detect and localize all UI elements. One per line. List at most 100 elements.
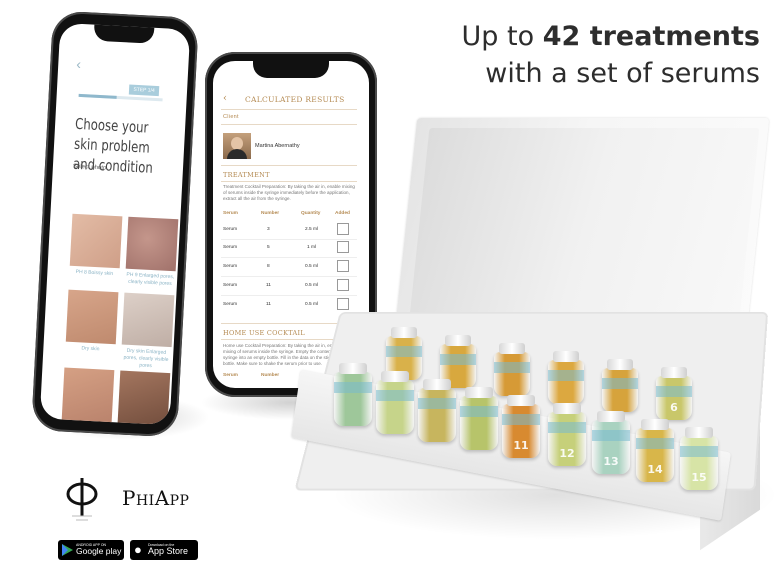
added-checkbox[interactable] (337, 241, 349, 253)
column-header: Number (261, 373, 280, 378)
vial-number: 6 (670, 401, 678, 414)
serum-vial (460, 387, 498, 450)
number-cell: 5 (267, 245, 270, 250)
vial-cap (507, 395, 535, 406)
vial-label (548, 370, 584, 381)
vial-number: 13 (603, 455, 619, 468)
vial-label (502, 414, 540, 425)
avatar (223, 133, 251, 159)
serum-vial (548, 351, 584, 404)
serum-cell: Serum (223, 302, 238, 307)
vial-cap (661, 367, 687, 378)
headline-line2: with a set of serums (485, 58, 760, 89)
skin-photo[interactable] (125, 216, 179, 272)
vial-label (602, 378, 638, 389)
vial-cap (391, 327, 417, 338)
phone-skin-selection: ‹ STEP 1/4 Choose your skin problem and … (31, 10, 199, 438)
skin-photo-label: Dry skin Enlarged pores, clearly visible… (123, 347, 169, 370)
serum-vial (376, 371, 414, 434)
column-header: Added (335, 211, 350, 216)
serum-vial (494, 343, 530, 396)
quantity-cell: 0.5 ml (305, 264, 319, 269)
vial-label (376, 390, 414, 401)
serum-vial: 15 (680, 427, 718, 490)
skin-photo[interactable] (117, 370, 171, 426)
brand-name: PhiApp (122, 486, 190, 510)
vial-cap (423, 379, 451, 390)
vial-number: 14 (647, 463, 663, 476)
number-cell: 11 (266, 302, 271, 307)
serum-vial: 14 (636, 419, 674, 482)
quantity-cell: 1 ml (307, 245, 317, 250)
step-badge: STEP 1/4 (128, 84, 160, 97)
divider (221, 181, 357, 182)
number-cell: 8 (267, 264, 270, 269)
serum-vial: 12 (548, 403, 586, 466)
vial-label (440, 354, 476, 365)
chevron-left-icon[interactable]: ‹ (223, 93, 227, 104)
results-title: CALCULATED RESULTS (245, 95, 345, 104)
serum-cell: Serum (223, 264, 238, 269)
row-divider (221, 239, 357, 240)
chevron-left-icon[interactable]: ‹ (76, 56, 82, 72)
vial-cap (445, 335, 471, 346)
google-play-badge[interactable]: ANDROID APP ON Google play (58, 540, 124, 560)
row-divider (221, 295, 357, 296)
serum-cell: Serum (223, 227, 238, 232)
vial-number: 12 (559, 447, 575, 460)
quantity-cell: 0.5 ml (305, 283, 319, 288)
column-header: Quantity (301, 211, 321, 216)
headline-line1: Up to 42 treatments (461, 21, 760, 52)
vial-label (334, 382, 372, 393)
vial-label (386, 346, 422, 357)
vial-cap (685, 427, 713, 438)
vial-cap (499, 343, 525, 354)
home-use-section-title: HOME USE COCKTAIL (223, 329, 305, 337)
client-name: Martina Abernathy (255, 143, 300, 149)
vial-cap (381, 371, 409, 382)
skin-photo[interactable] (65, 289, 119, 345)
column-header: Number (261, 211, 280, 216)
divider (221, 109, 357, 110)
number-cell: 3 (267, 227, 270, 232)
added-checkbox[interactable] (337, 223, 349, 235)
skin-photo-label: PH 8 Boissy skin (75, 269, 114, 277)
app-store-badge[interactable]: ● Download on the App Store (130, 540, 198, 560)
vial-label (548, 422, 586, 433)
serum-vial: 13 (592, 411, 630, 474)
vial-label (418, 398, 456, 409)
serum-vial: 11 (502, 395, 540, 458)
divider (221, 124, 357, 125)
quantity-cell: 2.5 ml (305, 227, 319, 232)
vial-label (592, 430, 630, 441)
vial-label (636, 438, 674, 449)
vial-cap (339, 363, 367, 374)
skin-photo[interactable] (61, 367, 115, 426)
vial-cap (607, 359, 633, 370)
treatment-section-title: TREATMENT (223, 171, 270, 179)
phi-logo-icon (66, 478, 98, 521)
column-header: Serum (223, 211, 238, 216)
client-section-label: Client (223, 114, 239, 120)
vial-label (656, 386, 692, 397)
quantity-cell: 0.5 ml (305, 302, 319, 307)
serum-cell: Serum (223, 245, 238, 250)
skin-photo[interactable] (69, 213, 123, 269)
skin-photo[interactable] (121, 292, 175, 348)
serum-vial (334, 363, 372, 426)
headline: Up to 42 treatments with a set of serums (420, 18, 760, 92)
vial-cap (597, 411, 625, 422)
added-checkbox[interactable] (337, 298, 349, 310)
phone-screen: ‹ STEP 1/4 Choose your skin problem and … (39, 22, 191, 426)
skin-photo-label: Dry skin (81, 345, 100, 353)
added-checkbox[interactable] (337, 260, 349, 272)
serum-vial (418, 379, 456, 442)
vial-label (680, 446, 718, 457)
serum-cell: Serum (223, 283, 238, 288)
vial-number: 15 (691, 471, 707, 484)
row-divider (221, 276, 357, 277)
serum-vial: 6 (656, 367, 692, 420)
vial-number: 11 (513, 439, 529, 452)
added-checkbox[interactable] (337, 279, 349, 291)
vial-cap (641, 419, 669, 430)
